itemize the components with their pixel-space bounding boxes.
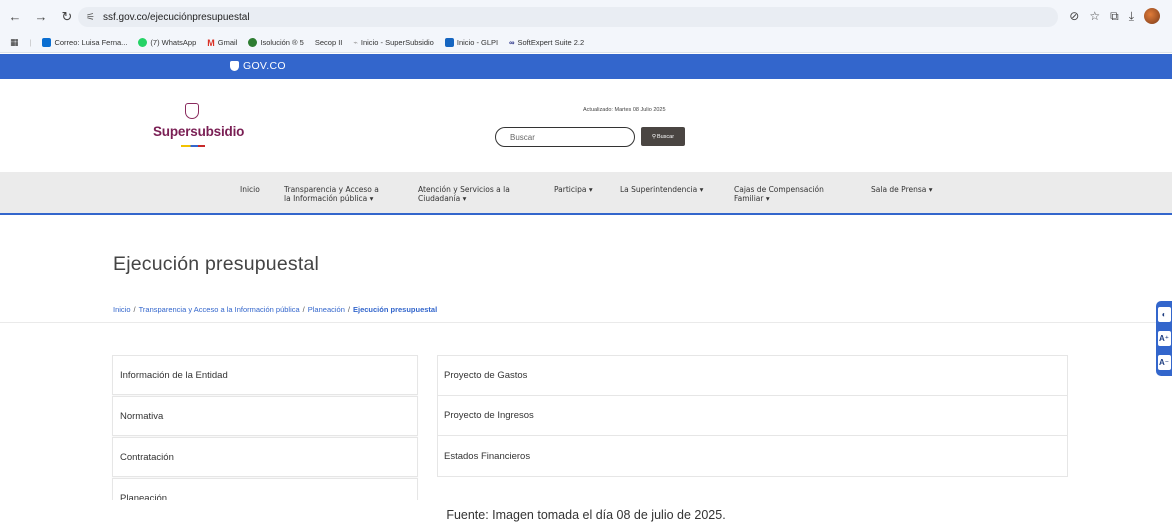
address-url: ssf.gov.co/ejecuciónpresupuestal <box>102 11 250 23</box>
breadcrumb: Inicio / Transparencia y Acceso a la Infor… <box>113 305 437 314</box>
search-input[interactable]: Buscar <box>495 127 635 147</box>
sidebar-item-informacion-entidad[interactable]: Información de la Entidad <box>112 355 418 395</box>
coat-of-arms-icon <box>185 103 199 119</box>
main-menu: Inicio Transparencia y Acceso a la Infor… <box>0 172 1172 215</box>
accessibility-widget: ◐ A⁺ A⁻ <box>1156 301 1172 376</box>
sidebar-item-contratacion[interactable]: Contratación <box>112 437 418 477</box>
breadcrumb-link-inicio[interactable]: Inicio <box>113 305 131 314</box>
site-info-icon[interactable]: ⚟ <box>86 12 95 23</box>
bookmark-item[interactable]: Isolución ® 5 <box>248 38 304 47</box>
document-link-estados-financieros[interactable]: Estados Financieros <box>438 436 1067 476</box>
menu-item-cajas[interactable]: Cajas de Compensación Familiar ▾ <box>734 185 824 203</box>
star-icon[interactable]: ☆ <box>1089 9 1100 23</box>
contrast-icon[interactable]: ◐ <box>1157 307 1171 323</box>
menu-item-transparencia[interactable]: Transparencia y Acceso a la Información … <box>284 185 379 203</box>
font-increase-icon[interactable]: A⁺ <box>1157 330 1171 346</box>
page-title: Ejecución presupuestal <box>113 253 320 275</box>
search-icon: ⚲ <box>651 133 656 140</box>
breadcrumb-link-transparencia[interactable]: Transparencia y Acceso a la Información … <box>139 305 300 314</box>
menu-item-superintendencia[interactable]: La Superintendencia ▾ <box>620 185 703 194</box>
reload-icon[interactable]: ↻ <box>56 6 78 28</box>
download-icon[interactable]: ⤓ <box>1129 9 1134 24</box>
outlook-icon <box>42 38 52 47</box>
site-logo[interactable]: Supersubsidio <box>153 124 244 139</box>
breadcrumb-separator: / <box>133 305 136 314</box>
bookmarks-divider: | <box>29 38 32 47</box>
supersubsidio-icon: ⌁ <box>353 38 358 47</box>
bookmark-item[interactable]: M Gmail <box>207 38 237 48</box>
glpi-icon <box>444 38 454 47</box>
figure-caption: Fuente: Imagen tomada el día 08 de julio… <box>446 508 726 522</box>
documents-list: Proyecto de Gastos Proyecto de Ingresos … <box>437 355 1068 477</box>
bookmark-item[interactable]: ∞ SoftExpert Suite 2.2 <box>509 38 584 47</box>
document-link-proyecto-ingresos[interactable]: Proyecto de Ingresos <box>438 396 1067 436</box>
sidebar-item-normativa[interactable]: Normativa <box>112 396 418 436</box>
govco-shield-icon <box>230 61 239 71</box>
browser-toolbar: ← → ↻ ⚟ ssf.gov.co/ejecuciónpresupuestal… <box>0 0 1172 33</box>
gmail-icon: M <box>207 37 215 48</box>
govco-logo[interactable]: GOV.CO <box>230 60 286 72</box>
bookmark-item[interactable]: (7) WhatsApp <box>138 38 196 47</box>
font-decrease-icon[interactable]: A⁻ <box>1157 354 1171 370</box>
bookmarks-bar: ▦ | Correo: Luisa Ferna... (7) WhatsApp … <box>0 33 1172 53</box>
isolucion-icon <box>248 38 258 47</box>
bookmark-item[interactable]: Correo: Luisa Ferna... <box>42 38 127 47</box>
flag-stripe <box>181 145 205 147</box>
profile-avatar[interactable] <box>1144 8 1160 24</box>
menu-item-atencion[interactable]: Atención y Servicios a la Ciudadanía ▾ <box>418 185 510 203</box>
forward-arrow-icon[interactable]: → <box>30 6 52 28</box>
breadcrumb-current: Ejecución presupuestal <box>352 305 438 314</box>
menu-item-participa[interactable]: Participa ▾ <box>554 185 593 194</box>
menu-item-sala-prensa[interactable]: Sala de Prensa ▾ <box>871 185 933 194</box>
whatsapp-icon <box>138 38 148 47</box>
site-header: Supersubsidio Actualizado: Martes 08 Jul… <box>0 79 1172 171</box>
section-divider <box>0 322 1160 323</box>
bookmark-item[interactable]: ⌁ Inicio - SuperSubsidio <box>353 38 433 47</box>
document-link-proyecto-gastos[interactable]: Proyecto de Gastos <box>438 356 1067 396</box>
breadcrumb-separator: / <box>302 305 305 314</box>
last-updated: Actualizado: Martes 08 Julio 2025 <box>583 107 666 113</box>
extensions-icon[interactable]: ⧉ <box>1110 9 1119 24</box>
breadcrumb-separator: / <box>347 305 350 314</box>
softexpert-icon: ∞ <box>509 38 515 47</box>
apps-grid-icon[interactable]: ▦ <box>10 37 19 48</box>
address-bar[interactable]: ⚟ ssf.gov.co/ejecuciónpresupuestal <box>78 7 1058 27</box>
search-button[interactable]: ⚲ Buscar <box>641 127 685 146</box>
back-arrow-icon[interactable]: ← <box>4 6 26 28</box>
menu-item-inicio[interactable]: Inicio <box>240 185 260 194</box>
eye-off-icon[interactable]: ⊘ <box>1069 9 1079 23</box>
govco-bar: GOV.CO <box>0 54 1172 79</box>
sidebar-menu: Información de la Entidad Normativa Cont… <box>112 355 418 519</box>
bookmark-item[interactable]: Secop II <box>315 38 343 47</box>
bookmark-item[interactable]: Inicio - GLPI <box>444 38 498 47</box>
breadcrumb-link-planeacion[interactable]: Planeación <box>308 305 345 314</box>
